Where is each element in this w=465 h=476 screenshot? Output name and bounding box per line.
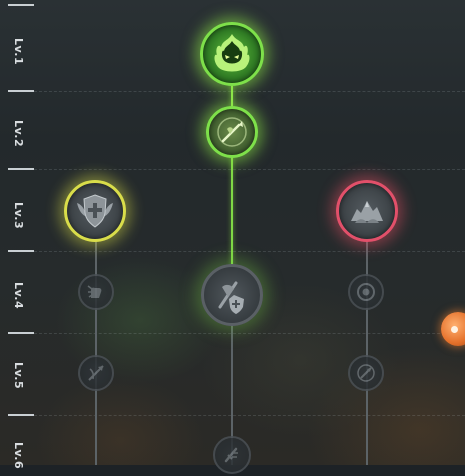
row-divider [34,415,465,416]
talent-node-lv4-left[interactable] [78,274,114,310]
level-tick [8,4,34,6]
talent-node-lv5-right[interactable] [348,355,384,391]
row-divider [34,91,465,92]
level-column: Lv.1 Lv.2 Lv.3 Lv.4 Lv.5 Lv.6 [0,0,34,470]
talent-node-lv3-right[interactable] [336,180,398,242]
level-tick [8,414,34,416]
talent-node-lv2-center[interactable] [206,106,258,158]
bow-arrow-icon [88,365,104,381]
level-label-3: Lv.3 [12,202,25,230]
talent-node-lv5-left[interactable] [78,355,114,391]
spear-thrust-icon [217,117,247,147]
rock-spikes-icon [351,201,383,223]
talent-node-lv4-center[interactable] [201,264,263,326]
level-label-1: Lv.1 [12,38,25,66]
orb-indicator-dot [451,326,458,333]
level-tick [8,332,34,334]
talent-node-lv1-center[interactable] [200,22,264,86]
talent-node-lv4-right[interactable] [348,274,384,310]
sword-icon [224,447,238,463]
level-tick [8,250,34,252]
row-divider [34,333,465,334]
talent-node-lv3-left[interactable] [64,180,126,242]
level-label-6: Lv.6 [12,442,25,470]
row-divider [34,169,465,170]
level-label-4: Lv.4 [12,282,25,310]
level-tick [8,168,34,170]
level-label-5: Lv.5 [12,362,25,390]
fist-strike-icon [87,285,102,298]
green-flame-spirit-icon [214,34,250,72]
target-ring-icon [357,283,375,301]
talent-node-lv6-center[interactable] [213,436,251,474]
winged-shield-icon [77,194,113,228]
connector-center-active [231,154,233,266]
archer-shot-icon [357,364,375,382]
level-label-2: Lv.2 [12,120,25,148]
level-tick [8,90,34,92]
row-divider [34,251,465,252]
shield-heal-icon [218,281,244,314]
